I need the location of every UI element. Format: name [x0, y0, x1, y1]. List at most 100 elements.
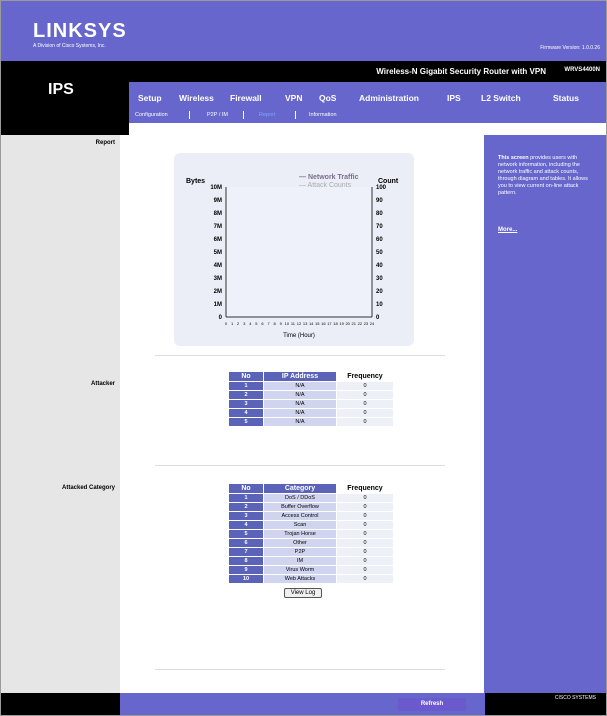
category-cell: 0	[337, 548, 393, 556]
x-tick: 1	[231, 321, 234, 326]
category-table: No Category Frequency 1 DoS / DDoS 0 2 Buffe…	[228, 483, 394, 584]
x-tick: 7	[267, 321, 270, 326]
y-tick-left: 9M	[214, 198, 222, 204]
table-row: 2 Buffer Overflow 0	[229, 503, 393, 511]
category-cell: P2P	[264, 548, 336, 556]
attacker-cell: 0	[337, 400, 393, 408]
tab-qos[interactable]: QoS	[319, 93, 336, 103]
table-row: 5 Trojan Horse 0	[229, 530, 393, 538]
x-tick: 10	[285, 321, 290, 326]
category-cell: 0	[337, 521, 393, 529]
category-table-wrap: No Category Frequency 1 DoS / DDoS 0 2 Buffe…	[228, 483, 394, 598]
tab-status[interactable]: Status	[553, 93, 579, 103]
view-log-button[interactable]: View Log	[283, 588, 323, 598]
category-cell: 0	[337, 494, 393, 502]
tab-vpn[interactable]: VPN	[285, 93, 302, 103]
attacker-cell: N/A	[264, 382, 336, 390]
x-tick: 18	[333, 321, 338, 326]
category-cell: DoS / DDoS	[264, 494, 336, 502]
refresh-button[interactable]: Refresh	[398, 698, 466, 711]
y-tick-left: 4M	[214, 263, 222, 269]
x-tick: 19	[339, 321, 344, 326]
attacker-cell: 0	[337, 391, 393, 399]
table-row: 8 IM 0	[229, 557, 393, 565]
table-row: 1 N/A 0	[229, 382, 393, 390]
x-tick: 2	[237, 321, 240, 326]
tab-l2-switch[interactable]: L2 Switch	[481, 93, 521, 103]
y-tick-left: 6M	[214, 237, 222, 243]
y-tick-left: 0	[219, 315, 223, 321]
legend-attack-counts: — Attack Counts	[299, 182, 352, 189]
tab-ips[interactable]: IPS	[447, 93, 461, 103]
col-no: No	[229, 372, 263, 381]
footer-bar: Refresh	[120, 693, 485, 715]
category-cell: 0	[337, 503, 393, 511]
x-tick: 5	[255, 321, 258, 326]
x-tick: 17	[327, 321, 332, 326]
y-tick-left: 5M	[214, 250, 222, 256]
tab-firewall[interactable]: Firewall	[230, 93, 262, 103]
help-body: provides users with network information,…	[498, 155, 588, 196]
y-tick-right: 100	[376, 185, 387, 191]
x-tick: 6	[261, 321, 264, 326]
x-tick: 8	[274, 321, 277, 326]
y-tick-right: 50	[376, 250, 383, 256]
x-tick: 21	[352, 321, 357, 326]
x-tick: 22	[358, 321, 363, 326]
category-cell: IM	[264, 557, 336, 565]
category-cell: 5	[229, 530, 263, 538]
category-cell: 8	[229, 557, 263, 565]
main-content: Bytes Count — Network Traffic — Attack Coun…	[120, 135, 484, 693]
attacker-cell: 0	[337, 382, 393, 390]
sub-navigation: Configuration P2P / IM Report Informatio…	[129, 109, 606, 123]
section-panel: IPS	[1, 61, 129, 135]
y-tick-right: 30	[376, 276, 383, 282]
y-tick-right: 60	[376, 237, 383, 243]
category-cell: 3	[229, 512, 263, 520]
table-row: 4 Scan 0	[229, 521, 393, 529]
chart-svg: Bytes Count — Network Traffic— Attack Coun…	[186, 174, 399, 339]
attacker-table: No IP Address Frequency 1 N/A 0 2 N/A 0 3 N/A 0 4…	[228, 371, 394, 427]
attacker-cell: N/A	[264, 409, 336, 417]
category-cell: Other	[264, 539, 336, 547]
subtab-p2p-im[interactable]: P2P / IM	[207, 112, 228, 118]
legend-network-traffic: — Network Traffic	[299, 174, 359, 181]
tab-wireless[interactable]: Wireless	[179, 93, 214, 103]
y-tick-left: 10M	[210, 185, 222, 191]
subtab-information[interactable]: Information	[309, 112, 337, 118]
subtab-configuration[interactable]: Configuration	[135, 112, 168, 118]
table-row: 5 N/A 0	[229, 418, 393, 426]
tab-administration[interactable]: Administration	[359, 93, 419, 103]
traffic-chart: Bytes Count — Network Traffic — Attack Coun…	[174, 153, 414, 346]
category-cell: 6	[229, 539, 263, 547]
subtab-report[interactable]: Report	[259, 112, 276, 118]
attacker-cell: N/A	[264, 400, 336, 408]
x-tick: 3	[243, 321, 246, 326]
more-link[interactable]: More...	[498, 227, 517, 233]
category-cell: 0	[337, 557, 393, 565]
tab-setup[interactable]: Setup	[138, 93, 162, 103]
subnav-divider	[243, 111, 244, 119]
category-cell: Buffer Overflow	[264, 503, 336, 511]
category-cell: 10	[229, 575, 263, 583]
label-attacked-category: Attacked Category	[61, 485, 115, 491]
category-cell: 4	[229, 521, 263, 529]
category-cell: 0	[337, 566, 393, 574]
col-no: No	[229, 484, 263, 493]
attacker-table-wrap: No IP Address Frequency 1 N/A 0 2 N/A 0 3 N/A 0 4…	[228, 371, 394, 427]
attacker-cell: 5	[229, 418, 263, 426]
x-tick: 4	[249, 321, 252, 326]
table-row: 4 N/A 0	[229, 409, 393, 417]
table-row: 1 DoS / DDoS 0	[229, 494, 393, 502]
y-tick-left: 2M	[214, 289, 222, 295]
table-row: 2 N/A 0	[229, 391, 393, 399]
category-cell: 0	[337, 512, 393, 520]
y-axis-label-left: Bytes	[186, 178, 205, 185]
category-cell: 0	[337, 539, 393, 547]
attacker-cell: N/A	[264, 391, 336, 399]
section-title: IPS	[48, 81, 74, 98]
x-tick: 23	[364, 321, 369, 326]
y-tick-right: 20	[376, 289, 383, 295]
divider	[155, 465, 445, 466]
x-tick: 11	[291, 321, 296, 326]
